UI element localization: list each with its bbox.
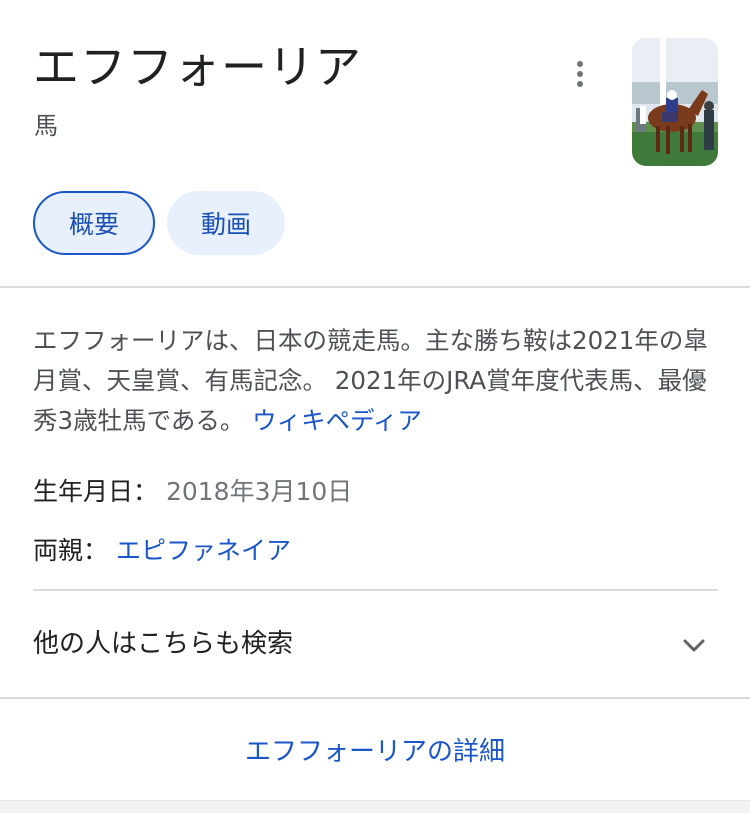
fact-birthdate: 生年月日： 2018年3月10日 xyxy=(33,475,352,509)
fact-value: 2018年3月10日 xyxy=(165,477,353,506)
wikipedia-link[interactable]: ウィキペディア xyxy=(252,406,422,435)
fact-label: 両親 xyxy=(33,536,84,565)
chevron-down-icon xyxy=(683,639,705,652)
fact-parents: 両親： エピファネイア xyxy=(33,534,291,568)
tab-videos[interactable]: 動画 xyxy=(167,191,286,255)
people-also-search-expander[interactable]: 他の人はこちらも検索 xyxy=(0,591,750,697)
entity-title: エフフォーリア xyxy=(33,40,362,94)
parent-link[interactable]: エピファネイア xyxy=(116,536,291,565)
section-divider xyxy=(0,286,750,288)
panel-bottom-edge xyxy=(0,800,750,813)
entity-description: エフフォーリアは、日本の競走馬。主な勝ち鞍は2021年の皐月賞、天皇賞、有馬記念… xyxy=(33,321,723,441)
more-vert-icon[interactable] xyxy=(564,56,596,92)
section-divider xyxy=(0,697,750,699)
more-dot xyxy=(577,71,583,77)
fact-label: 生年月日 xyxy=(33,477,134,506)
entity-type: 馬 xyxy=(34,112,58,140)
more-about-link[interactable]: エフフォーリアの詳細 xyxy=(0,732,750,772)
horse-photo xyxy=(632,38,718,166)
tab-chips: 概要 動画 xyxy=(33,191,286,255)
fact-separator: ： xyxy=(83,536,116,565)
tab-overview[interactable]: 概要 xyxy=(33,191,156,255)
fact-separator: ： xyxy=(133,477,166,506)
entity-thumbnail[interactable] xyxy=(632,38,718,166)
more-dot xyxy=(577,61,583,67)
knowledge-panel-header: エフフォーリア 馬 xyxy=(0,0,750,180)
people-also-search-label: 他の人はこちらも検索 xyxy=(33,629,294,659)
more-dot xyxy=(577,81,583,87)
